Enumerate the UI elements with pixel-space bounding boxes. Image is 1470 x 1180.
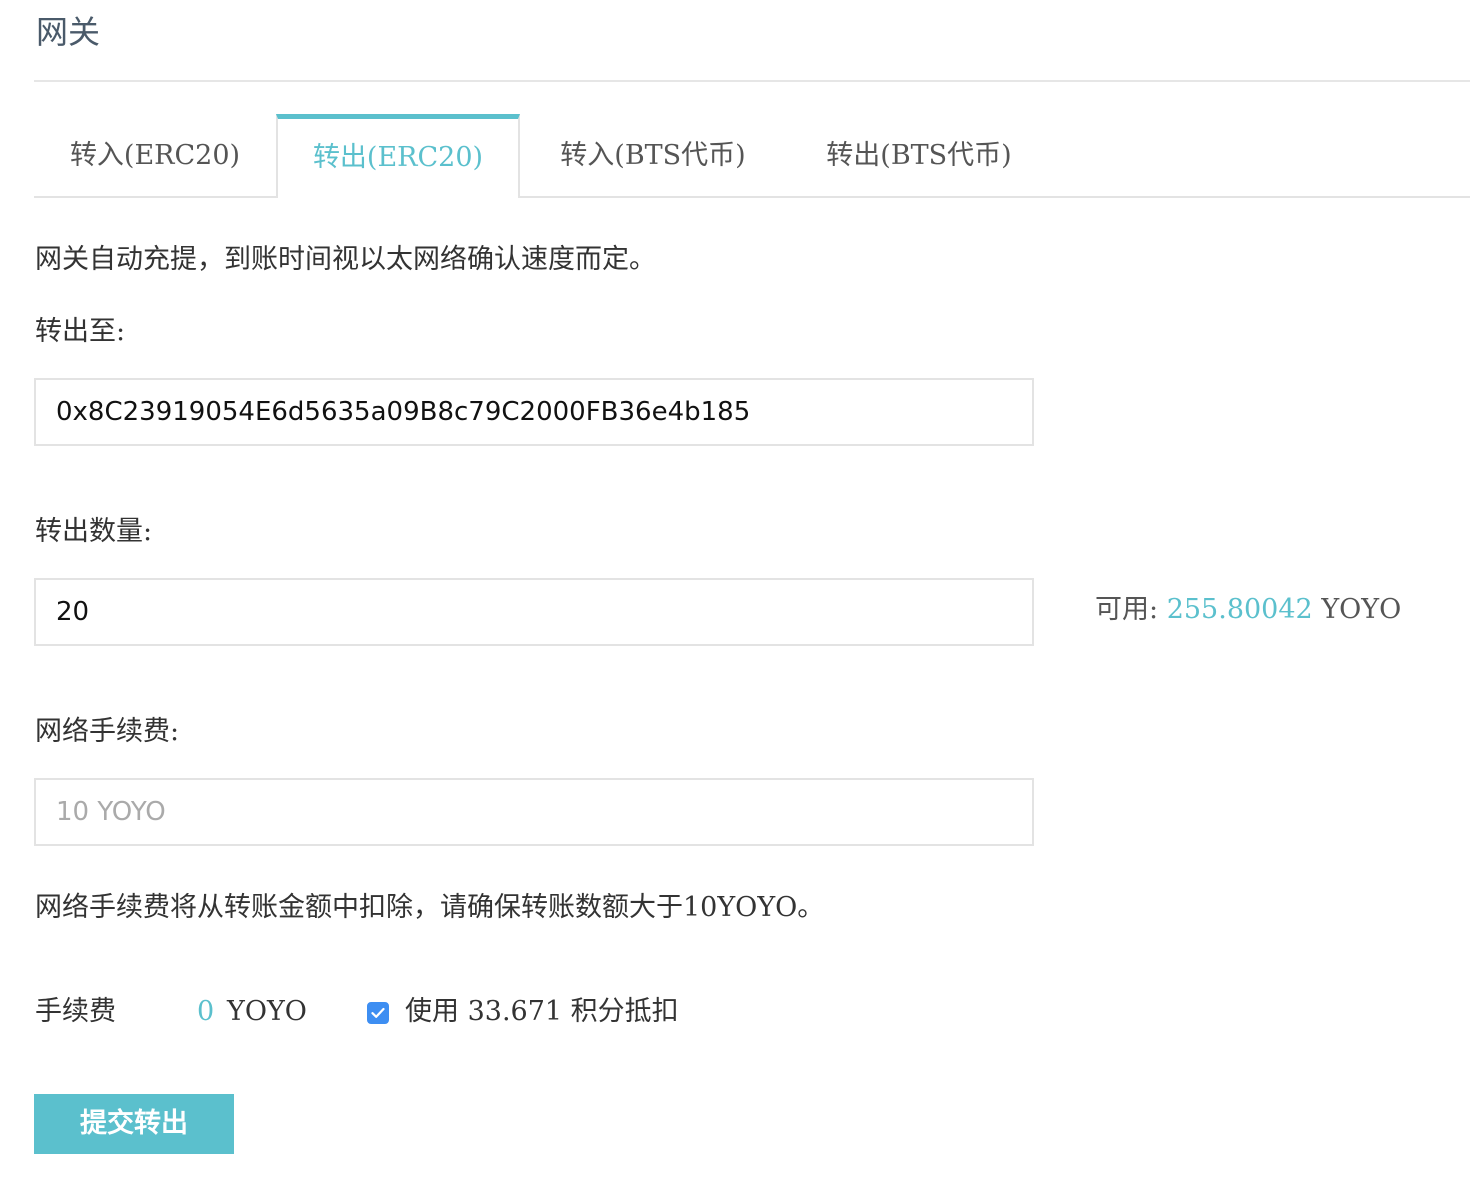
gateway-info-text: 网关自动充提，到账时间视以太网络确认速度而定。 [35, 244, 656, 275]
fee-value: 0 [197, 996, 215, 1027]
address-label: 转出至: [35, 316, 126, 347]
title-divider [34, 80, 1470, 82]
checkmark-icon [371, 1007, 385, 1018]
points-checkbox[interactable] [367, 1002, 389, 1024]
fee-label: 手续费 [35, 996, 116, 1027]
address-input[interactable] [34, 378, 1034, 446]
available-balance: 可用: 255.80042 YOYO [1095, 590, 1401, 630]
amount-label: 转出数量: [35, 516, 153, 547]
available-amount: 255.80042 [1166, 594, 1313, 625]
points-deduct-label[interactable]: 使用 33.671 积分抵扣 [405, 992, 679, 1032]
tab-withdraw-erc20[interactable]: 转出(ERC20) [276, 114, 520, 200]
network-fee-field [34, 778, 1034, 846]
tab-withdraw-bts[interactable]: 转出(BTS代币) [786, 114, 1052, 198]
fee-unit: YOYO [227, 996, 307, 1027]
tab-deposit-bts[interactable]: 转入(BTS代币) [520, 114, 786, 198]
tab-bar: 转入(ERC20) 转出(ERC20) 转入(BTS代币) 转出(BTS代币) [34, 114, 1470, 200]
network-fee-label: 网络手续费: [35, 716, 180, 747]
amount-input[interactable] [34, 578, 1034, 646]
available-unit: YOYO [1321, 594, 1402, 625]
submit-withdraw-button[interactable]: 提交转出 [34, 1094, 234, 1154]
tab-deposit-erc20[interactable]: 转入(ERC20) [34, 114, 276, 198]
page-title: 网关 [36, 13, 101, 51]
available-label: 可用: [1095, 594, 1159, 625]
network-fee-note: 网络手续费将从转账金额中扣除，请确保转账数额大于10YOYO。 [35, 892, 825, 923]
